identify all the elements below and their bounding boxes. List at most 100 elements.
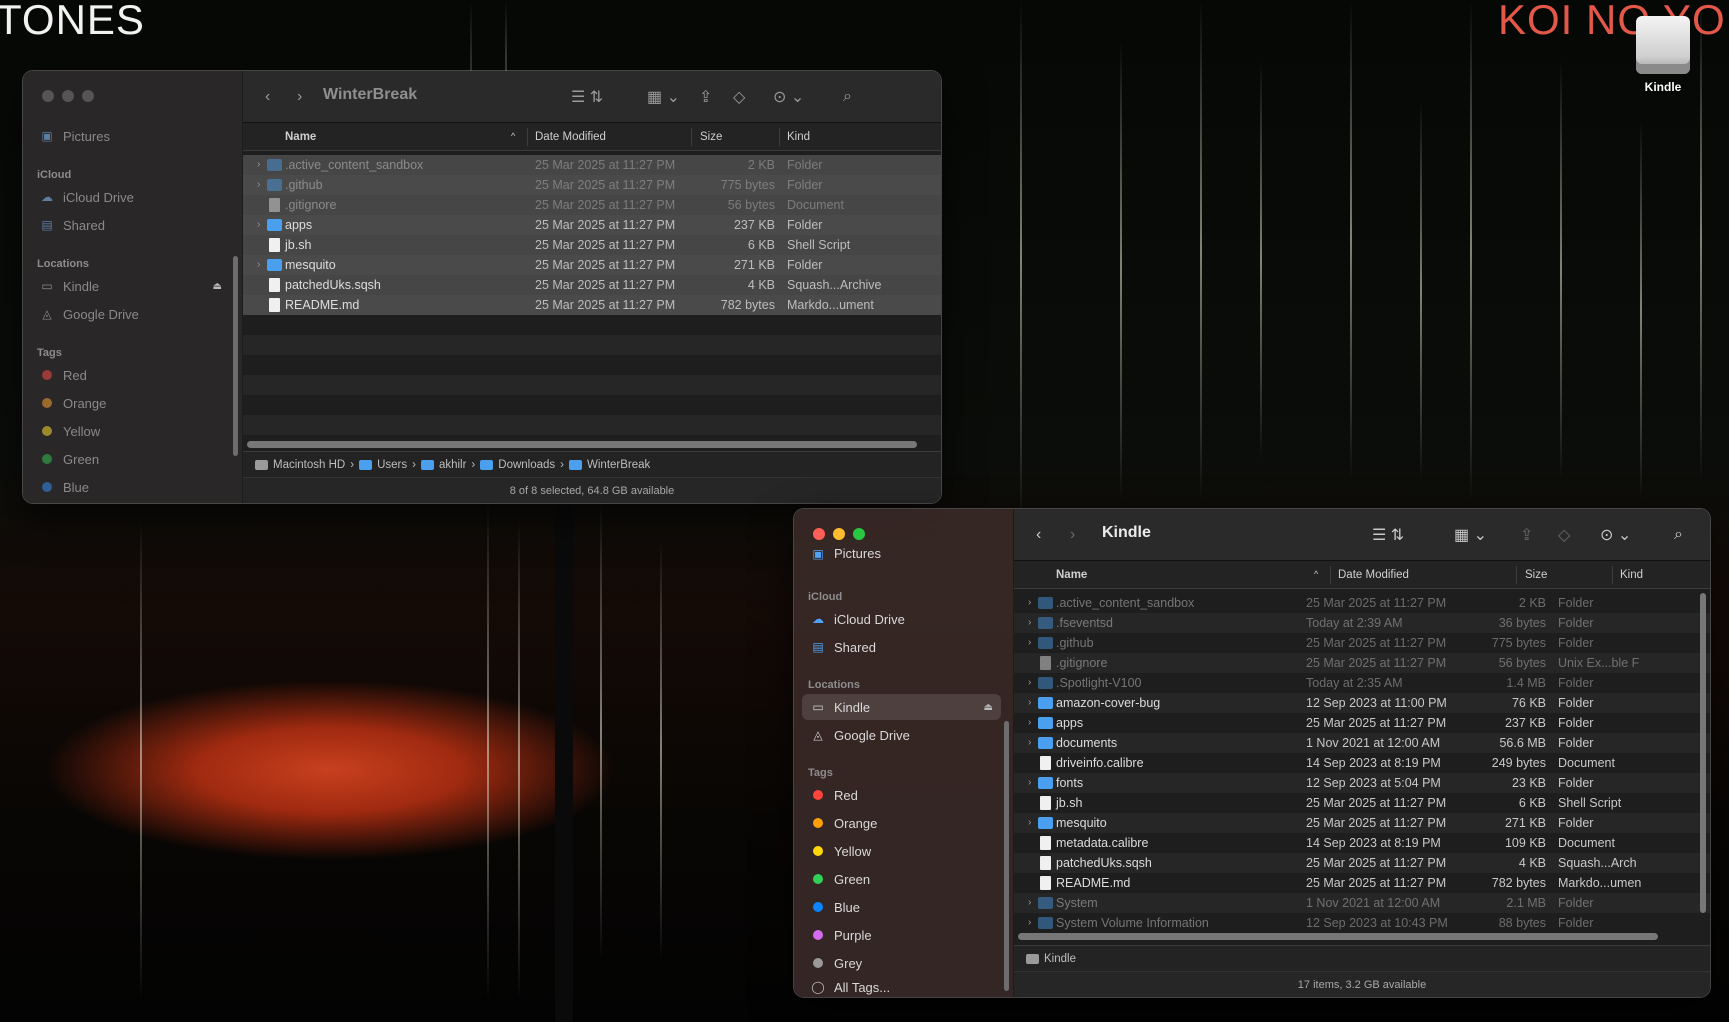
table-row[interactable]: › .fseventsd Today at 2:39 AM 36 bytes Folde… — [1014, 613, 1710, 633]
share-button[interactable]: ⇪ — [699, 85, 712, 109]
disclosure-chevron-icon[interactable]: › — [1028, 917, 1031, 928]
zoom-button[interactable] — [853, 528, 865, 540]
disclosure-chevron-icon[interactable]: › — [1028, 777, 1031, 788]
path-item[interactable]: Macintosh HD — [273, 459, 345, 471]
sidebar-tag-orange[interactable]: Orange — [31, 390, 230, 416]
table-row[interactable]: jb.sh 25 Mar 2025 at 11:27 PM 6 KB Shell… — [243, 235, 941, 255]
sidebar-tag-green[interactable]: Green — [802, 866, 1001, 892]
minimize-button[interactable] — [833, 528, 845, 540]
path-item[interactable]: Downloads — [498, 459, 555, 471]
disclosure-chevron-icon[interactable]: › — [1028, 617, 1031, 628]
zoom-button[interactable] — [82, 90, 94, 102]
table-row[interactable]: › amazon-cover-bug 12 Sep 2023 at 11:00 PM… — [1014, 693, 1710, 713]
table-row[interactable]: › apps 25 Mar 2025 at 11:27 PM 237 KB Folder — [1014, 713, 1710, 733]
table-row[interactable]: › documents 1 Nov 2021 at 12:00 AM 56.6 MB F… — [1014, 733, 1710, 753]
disclosure-chevron-icon[interactable]: › — [1028, 897, 1031, 908]
column-date-modified[interactable]: Date Modified — [1338, 569, 1409, 581]
table-row[interactable]: jb.sh 25 Mar 2025 at 11:27 PM 6 KB Shell Sc… — [1014, 793, 1710, 813]
sidebar-scrollbar[interactable] — [233, 256, 238, 456]
disclosure-chevron-icon[interactable]: › — [257, 179, 260, 190]
search-button[interactable]: ⌕ — [1674, 523, 1683, 547]
sidebar-item-pictures[interactable]: ▣ Pictures — [802, 547, 1001, 561]
path-item[interactable]: WinterBreak — [587, 459, 650, 471]
sidebar-scrollbar[interactable] — [1004, 721, 1009, 991]
table-row[interactable]: .gitignore 25 Mar 2025 at 11:27 PM 56 by… — [243, 195, 941, 215]
table-row[interactable]: README.md 25 Mar 2025 at 11:27 PM 782 by… — [243, 295, 941, 315]
disclosure-chevron-icon[interactable]: › — [1028, 697, 1031, 708]
table-row[interactable]: › apps 25 Mar 2025 at 11:27 PM 237 KB Fo… — [243, 215, 941, 235]
column-name[interactable]: Name — [1056, 569, 1087, 581]
table-row[interactable]: › .active_content_sandbox 25 Mar 2025 at 1… — [1014, 593, 1710, 613]
table-row[interactable]: › .github 25 Mar 2025 at 11:27 PM 775 bytes… — [1014, 633, 1710, 653]
sidebar-tag-grey[interactable]: Grey — [802, 950, 1001, 976]
search-button[interactable]: ⌕ — [843, 85, 852, 109]
tag-button[interactable]: ◇ — [733, 85, 745, 109]
close-button[interactable] — [813, 528, 825, 540]
sidebar-tag-blue[interactable]: Blue — [802, 894, 1001, 920]
disclosure-chevron-icon[interactable]: › — [1028, 677, 1031, 688]
back-button[interactable]: ‹ — [265, 85, 270, 109]
column-name[interactable]: Name — [285, 131, 316, 143]
sidebar-item-google-drive[interactable]: ◬ Google Drive — [31, 301, 230, 327]
sidebar-tag-orange[interactable]: Orange — [802, 810, 1001, 836]
path-item[interactable]: akhilr — [439, 459, 466, 471]
disclosure-chevron-icon[interactable]: › — [1028, 637, 1031, 648]
sidebar-tag-red[interactable]: Red — [802, 782, 1001, 808]
column-size[interactable]: Size — [1525, 569, 1547, 581]
table-row[interactable]: › mesquito 25 Mar 2025 at 11:27 PM 271 KB Fo… — [1014, 813, 1710, 833]
disclosure-chevron-icon[interactable]: › — [257, 159, 260, 170]
share-button[interactable]: ⇪ — [1520, 523, 1533, 547]
disclosure-chevron-icon[interactable]: › — [257, 219, 260, 230]
table-row[interactable]: › mesquito 25 Mar 2025 at 11:27 PM 271 K… — [243, 255, 941, 275]
sidebar-item-shared[interactable]: ▤ Shared — [802, 634, 1001, 660]
sidebar-tag-purple[interactable]: Purple — [802, 922, 1001, 948]
column-kind[interactable]: Kind — [1620, 569, 1643, 581]
table-row[interactable]: README.md 25 Mar 2025 at 11:27 PM 782 byte… — [1014, 873, 1710, 893]
disclosure-chevron-icon[interactable]: › — [1028, 817, 1031, 828]
tag-button[interactable]: ◇ — [1558, 523, 1570, 547]
table-row[interactable]: patchedUks.sqsh 25 Mar 2025 at 11:27 PM 4 … — [1014, 853, 1710, 873]
sidebar-item-icloud-drive[interactable]: ☁ iCloud Drive — [31, 184, 230, 210]
table-row[interactable]: patchedUks.sqsh 25 Mar 2025 at 11:27 PM … — [243, 275, 941, 295]
desktop-kindle-drive[interactable]: Kindle — [1628, 16, 1698, 94]
more-actions-button[interactable]: ⊙ ⌄ — [1600, 523, 1631, 547]
group-button[interactable]: ▦ ⌄ — [1454, 523, 1487, 547]
sidebar-tag-yellow[interactable]: Yellow — [802, 838, 1001, 864]
table-row[interactable]: metadata.calibre 14 Sep 2023 at 8:19 PM 10… — [1014, 833, 1710, 853]
sidebar-tag-yellow[interactable]: Yellow — [31, 418, 230, 444]
close-button[interactable] — [42, 90, 54, 102]
sidebar-tag-red[interactable]: Red — [31, 362, 230, 388]
forward-button[interactable]: › — [1070, 523, 1075, 547]
eject-icon[interactable]: ⏏ — [984, 702, 993, 713]
more-actions-button[interactable]: ⊙ ⌄ — [773, 85, 804, 109]
path-item[interactable]: Kindle — [1044, 953, 1076, 965]
table-row[interactable]: › .active_content_sandbox 25 Mar 2025 at… — [243, 155, 941, 175]
table-row[interactable]: › System 1 Nov 2021 at 12:00 AM 2.1 MB Folde… — [1014, 893, 1710, 913]
table-row[interactable]: driveinfo.calibre 14 Sep 2023 at 8:19 PM 2… — [1014, 753, 1710, 773]
table-row[interactable]: › .github 25 Mar 2025 at 11:27 PM 775 by… — [243, 175, 941, 195]
sidebar-tag-blue[interactable]: Blue — [31, 474, 230, 500]
sidebar-item-icloud-drive[interactable]: ☁ iCloud Drive — [802, 606, 1001, 632]
sidebar-item-pictures[interactable]: ▣ Pictures — [31, 123, 230, 149]
disclosure-chevron-icon[interactable]: › — [1028, 737, 1031, 748]
horizontal-scrollbar[interactable] — [247, 441, 917, 448]
sidebar-item-kindle[interactable]: ▭ Kindle ⏏ — [802, 694, 1001, 720]
group-button[interactable]: ▦ ⌄ — [647, 85, 680, 109]
column-size[interactable]: Size — [700, 131, 722, 143]
table-row[interactable]: .gitignore 25 Mar 2025 at 11:27 PM 56 byte… — [1014, 653, 1710, 673]
horizontal-scrollbar[interactable] — [1018, 933, 1658, 940]
sidebar-tag-green[interactable]: Green — [31, 446, 230, 472]
column-kind[interactable]: Kind — [787, 131, 810, 143]
forward-button[interactable]: › — [297, 85, 302, 109]
view-options-button[interactable]: ☰ ⇅ — [571, 85, 603, 109]
disclosure-chevron-icon[interactable]: › — [1028, 717, 1031, 728]
back-button[interactable]: ‹ — [1036, 523, 1041, 547]
vertical-scrollbar[interactable] — [1700, 593, 1706, 913]
eject-icon[interactable]: ⏏ — [213, 281, 222, 292]
sidebar-item-kindle[interactable]: ▭ Kindle ⏏ — [31, 273, 230, 299]
minimize-button[interactable] — [62, 90, 74, 102]
disclosure-chevron-icon[interactable]: › — [1028, 597, 1031, 608]
column-date-modified[interactable]: Date Modified — [535, 131, 606, 143]
disclosure-chevron-icon[interactable]: › — [257, 259, 260, 270]
table-row[interactable]: › .Spotlight-V100 Today at 2:35 AM 1.4 MB Fo… — [1014, 673, 1710, 693]
